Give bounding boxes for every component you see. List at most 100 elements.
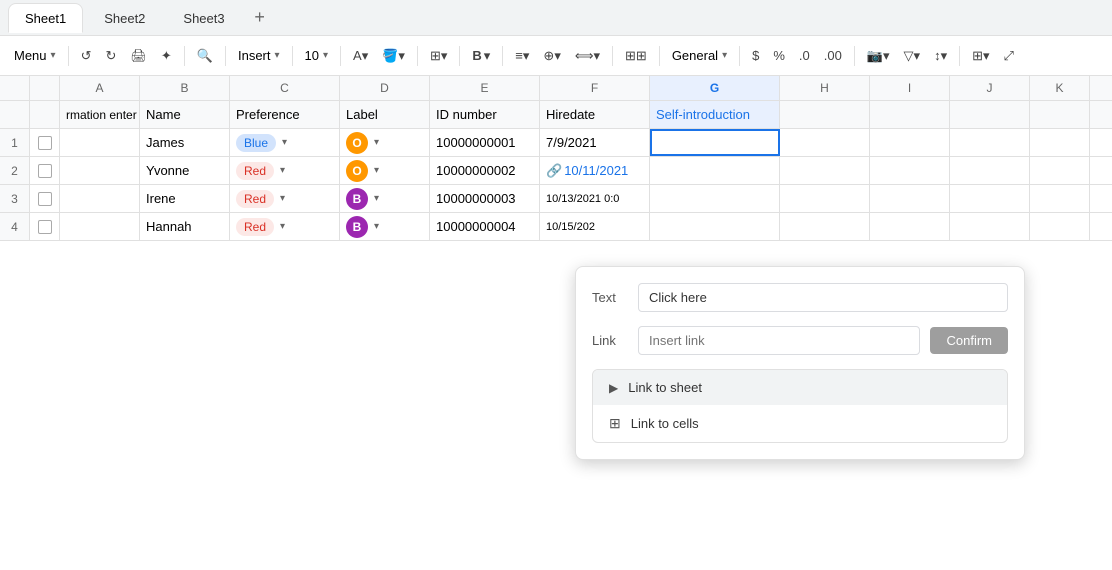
row4-col-i[interactable] — [870, 213, 950, 240]
toolbar-sep-9 — [612, 46, 613, 66]
redo-button[interactable]: ↻ — [99, 44, 122, 68]
tab-sheet2[interactable]: Sheet2 — [87, 3, 162, 33]
row2-label-arrow[interactable]: ▾ — [374, 165, 379, 176]
row4-col-j[interactable] — [950, 213, 1030, 240]
format-dropdown[interactable]: General ▾ — [666, 44, 733, 67]
tab-sheet1[interactable]: Sheet1 — [8, 3, 83, 33]
font-color-button[interactable]: A▾ — [347, 44, 374, 68]
row2-col-a[interactable] — [60, 157, 140, 184]
row1-col-a[interactable] — [60, 129, 140, 156]
popup-confirm-button[interactable]: Confirm — [930, 327, 1008, 354]
filter-button[interactable]: ▽▾ — [898, 44, 927, 68]
col-header-h[interactable]: H — [780, 76, 870, 100]
row3-checkbox[interactable] — [38, 192, 52, 206]
row4-preference[interactable]: Red ▾ — [230, 213, 340, 240]
row4-col-h[interactable] — [780, 213, 870, 240]
toolbar-sep-11 — [739, 46, 740, 66]
currency-button[interactable]: $ — [746, 44, 765, 67]
row2-label[interactable]: O ▾ — [340, 157, 430, 184]
row2-checkbox[interactable] — [38, 164, 52, 178]
bold-button[interactable]: B▾ — [466, 44, 496, 68]
row2-self-intro[interactable] — [650, 157, 780, 184]
col-header-i[interactable]: I — [870, 76, 950, 100]
row1-checkbox[interactable] — [38, 136, 52, 150]
font-size-dropdown[interactable]: 10 ▾ — [299, 44, 335, 67]
screenshot-button[interactable]: 📷▾ — [861, 44, 896, 68]
row2-preference-arrow[interactable]: ▾ — [280, 165, 285, 176]
row3-col-k[interactable] — [1030, 185, 1090, 212]
insert-dropdown[interactable]: Insert ▾ — [232, 44, 286, 67]
sort-button[interactable]: ↕▾ — [928, 44, 953, 68]
col-header-d[interactable]: D — [340, 76, 430, 100]
row2-col-i[interactable] — [870, 157, 950, 184]
print-button[interactable]: 🖨 — [124, 44, 153, 68]
row4-checkbox[interactable] — [38, 220, 52, 234]
row1-col-j[interactable] — [950, 129, 1030, 156]
col-header-e[interactable]: E — [430, 76, 540, 100]
row1-preference-arrow[interactable]: ▾ — [282, 137, 287, 148]
row3-preference[interactable]: Red ▾ — [230, 185, 340, 212]
link-to-cells-item[interactable]: ⊞ Link to cells — [593, 405, 1007, 442]
row4-col-k[interactable] — [1030, 213, 1090, 240]
col-header-c[interactable]: C — [230, 76, 340, 100]
row3-col-i[interactable] — [870, 185, 950, 212]
col-header-j[interactable]: J — [950, 76, 1030, 100]
add-sheet-button[interactable]: + — [246, 4, 274, 32]
decimal-inc-button[interactable]: .0 — [793, 44, 816, 67]
row2-preference[interactable]: Red ▾ — [230, 157, 340, 184]
row1-label[interactable]: O ▾ — [340, 129, 430, 156]
row4-col-a[interactable] — [60, 213, 140, 240]
merge-button[interactable]: ⊞⊞ — [619, 44, 653, 68]
row1-label-arrow[interactable]: ▾ — [374, 137, 379, 148]
col-header-k[interactable]: K — [1030, 76, 1090, 100]
row2-hiredate[interactable]: 🔗 10/11/2021 — [540, 157, 650, 184]
row1-self-intro[interactable] — [650, 129, 780, 156]
zoom-dropdown[interactable]: 🔍 — [191, 44, 219, 68]
wrap-button[interactable]: ⟺▾ — [569, 44, 606, 68]
decimal-dec-button[interactable]: .00 — [818, 44, 848, 67]
percent-button[interactable]: % — [767, 44, 791, 67]
row1-col-h[interactable] — [780, 129, 870, 156]
clear-format-button[interactable]: ✦ — [155, 44, 178, 68]
row3-checkbox-cell[interactable] — [30, 185, 60, 212]
expand-button[interactable]: ⤢ — [998, 44, 1020, 68]
row2-checkbox-cell[interactable] — [30, 157, 60, 184]
row2-col-h[interactable] — [780, 157, 870, 184]
row3-col-h[interactable] — [780, 185, 870, 212]
borders-button[interactable]: ⊞▾ — [424, 44, 453, 68]
row3-label[interactable]: B ▾ — [340, 185, 430, 212]
col-header-checkbox — [30, 76, 60, 100]
row3-col-a[interactable] — [60, 185, 140, 212]
row3-preference-arrow[interactable]: ▾ — [280, 193, 285, 204]
col-header-f[interactable]: F — [540, 76, 650, 100]
undo-button[interactable]: ↺ — [75, 44, 98, 68]
col-header-a[interactable]: A — [60, 76, 140, 100]
row2-col-j[interactable] — [950, 157, 1030, 184]
row4-label-arrow[interactable]: ▾ — [374, 221, 379, 232]
row3-self-intro[interactable] — [650, 185, 780, 212]
table-row: 4 Hannah Red ▾ B ▾ 10000000004 10/15/202 — [0, 213, 1112, 241]
row1-col-k[interactable] — [1030, 129, 1090, 156]
row4-checkbox-cell[interactable] — [30, 213, 60, 240]
fill-color-button[interactable]: 🪣▾ — [376, 44, 411, 68]
row4-self-intro[interactable] — [650, 213, 780, 240]
col-header-g[interactable]: G — [650, 76, 780, 100]
tab-sheet3[interactable]: Sheet3 — [166, 3, 241, 33]
row1-col-i[interactable] — [870, 129, 950, 156]
menu-button[interactable]: Menu ▾ — [8, 44, 62, 67]
header-col-g: Self-introduction — [650, 101, 780, 128]
popup-text-input[interactable] — [638, 283, 1008, 312]
row3-col-j[interactable] — [950, 185, 1030, 212]
row2-col-k[interactable] — [1030, 157, 1090, 184]
popup-link-input[interactable] — [638, 326, 920, 355]
more-button[interactable]: ⊞▾ — [966, 44, 995, 68]
col-header-b[interactable]: B — [140, 76, 230, 100]
link-to-sheet-item[interactable]: ▶ Link to sheet — [593, 370, 1007, 405]
valign-button[interactable]: ⊕▾ — [537, 44, 566, 68]
row1-preference[interactable]: Blue ▾ — [230, 129, 340, 156]
row3-label-arrow[interactable]: ▾ — [374, 193, 379, 204]
row4-preference-arrow[interactable]: ▾ — [280, 221, 285, 232]
align-button[interactable]: ≡▾ — [509, 44, 535, 68]
row4-label[interactable]: B ▾ — [340, 213, 430, 240]
row1-checkbox-cell[interactable] — [30, 129, 60, 156]
